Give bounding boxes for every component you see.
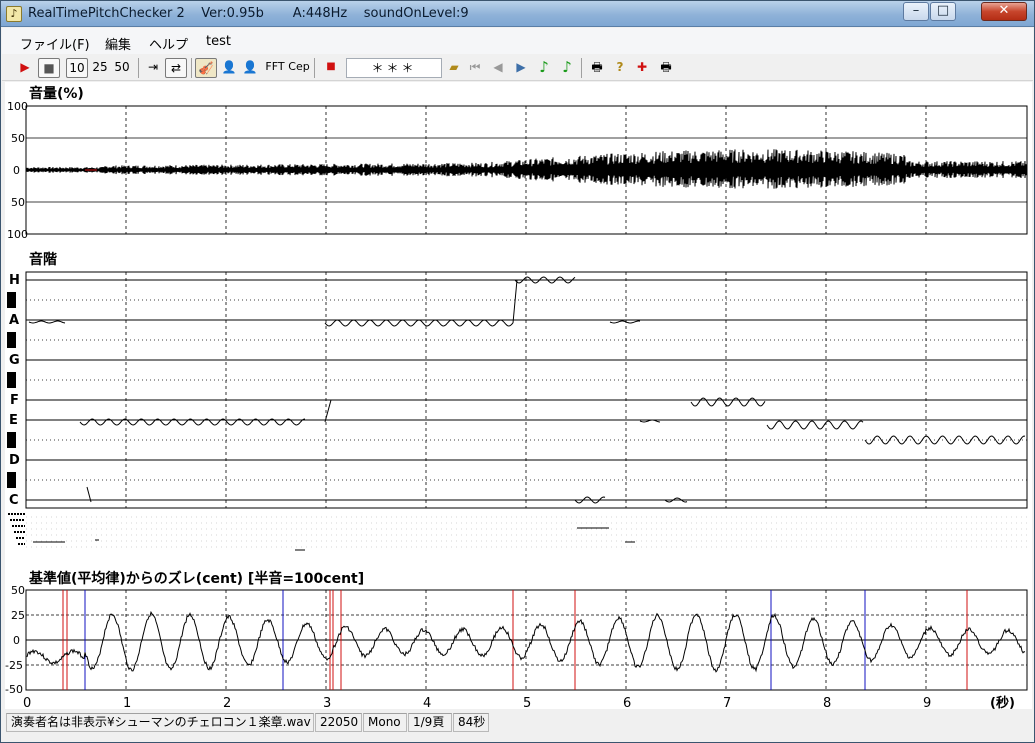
note-label-f: F xyxy=(10,393,19,408)
x-label-8: 8 xyxy=(823,696,831,709)
note-label-a: A xyxy=(9,313,19,328)
record-icon[interactable]: ■ xyxy=(322,58,340,78)
x-label-3: 3 xyxy=(323,696,331,709)
dev-ylabel-minus50: -50 xyxy=(5,683,23,696)
deviation-title: 基準値(平均律)からのズレ(cent) [半音=100cent] xyxy=(29,570,364,587)
violin-icon[interactable]: 🎻 xyxy=(195,58,217,78)
status-field: ＊＊＊ xyxy=(346,58,442,78)
close-button[interactable]: ✕ xyxy=(981,2,1027,21)
x-label-2: 2 xyxy=(223,696,231,709)
x-label-0: 0 xyxy=(23,696,31,709)
print-preview-icon[interactable]: 🖶 xyxy=(656,58,676,78)
jump-icon[interactable]: ⇥ xyxy=(143,58,163,78)
plot-svg: 音量(%) 音階 基準値(平均律)からのズレ(cent) [半音=100cent… xyxy=(5,85,1028,709)
scale-10-button[interactable]: 10 xyxy=(66,58,88,78)
menu-file[interactable]: ファイル(F) xyxy=(20,34,90,53)
toolbar: ▶ ■ 10 25 50 ⇥ ⇄ 🎻 👤 👤 FFT Cep ■ ＊＊＊ ▰ ⏮… xyxy=(2,55,1033,81)
volume-title: 音量(%) xyxy=(29,85,84,102)
black-key xyxy=(7,472,16,488)
dev-ylabel-25: 25 xyxy=(11,609,25,622)
status-bar: 演奏者名は非表示¥シューマンのチェロコン１楽章.wav 22050 Mono 1… xyxy=(2,711,1033,733)
note-icon[interactable]: ♪ xyxy=(536,58,552,78)
scale-25-button[interactable]: 25 xyxy=(90,58,110,78)
prev-page-icon[interactable]: ◀ xyxy=(489,58,507,78)
person-icon[interactable]: 👤 xyxy=(220,58,238,78)
x-label-4: 4 xyxy=(423,696,431,709)
dev-ylabel-0: 0 xyxy=(13,634,20,647)
volume-ylabel-0: 0 xyxy=(13,164,20,177)
scale-title: 音階 xyxy=(29,251,57,268)
note-label-h: H xyxy=(9,273,20,288)
analysis-canvas[interactable]: 音量(%) 音階 基準値(平均律)からのズレ(cent) [半音=100cent… xyxy=(5,82,1032,709)
play-icon[interactable]: ▶ xyxy=(16,58,34,78)
volume-ylabel-100: 100 xyxy=(7,100,28,113)
note-label-g: G xyxy=(9,353,20,368)
x-label-7: 7 xyxy=(723,696,731,709)
x-label-5: 5 xyxy=(523,696,531,709)
first-page-icon[interactable]: ⏮ xyxy=(466,58,484,78)
black-key xyxy=(7,292,16,308)
x-label-6: 6 xyxy=(623,696,631,709)
marker-icon[interactable]: ✚ xyxy=(632,58,652,78)
menu-help[interactable]: ヘルプ xyxy=(149,34,188,53)
x-unit-label: (秒) xyxy=(990,695,1015,709)
scale-50-button[interactable]: 50 xyxy=(112,58,132,78)
dev-ylabel-minus25: -25 xyxy=(5,659,23,672)
volume-ylabel-100-low: 100 xyxy=(7,228,28,241)
status-sample-rate: 22050 xyxy=(315,713,362,732)
black-key xyxy=(7,372,16,388)
app-icon: ♪ xyxy=(6,6,22,22)
x-label-9: 9 xyxy=(923,696,931,709)
status-channels: Mono xyxy=(363,713,407,732)
status-page: 1/9頁 xyxy=(408,713,452,732)
note-label-c: C xyxy=(9,493,19,508)
dev-ylabel-50: 50 xyxy=(11,584,25,597)
next-page-icon[interactable]: ▶ xyxy=(512,58,530,78)
cep-button[interactable]: Cep xyxy=(288,58,310,78)
menu-edit[interactable]: 編集 xyxy=(105,34,131,53)
toolbar-separator xyxy=(581,58,582,78)
black-key xyxy=(7,432,16,448)
fft-button[interactable]: FFT xyxy=(264,58,286,78)
stop-icon[interactable]: ■ xyxy=(38,58,60,78)
time-axis-labels: 0 1 2 3 4 5 6 7 8 9 (秒) xyxy=(23,695,1015,709)
lower-octave-strip xyxy=(8,513,1027,551)
note-label-e: E xyxy=(9,413,18,428)
toolbar-separator xyxy=(191,58,192,78)
window-title: RealTimePitchChecker 2 Ver:0.95b A:448Hz… xyxy=(28,6,469,21)
title-bar[interactable]: ♪ RealTimePitchChecker 2 Ver:0.95b A:448… xyxy=(1,1,1034,27)
person-red-icon[interactable]: 👤 xyxy=(241,58,259,78)
menu-bar: ファイル(F) 編集 ヘルプ test xyxy=(2,28,1033,54)
note-label-d: D xyxy=(9,453,20,468)
x-label-1: 1 xyxy=(123,696,131,709)
minimize-button[interactable]: – xyxy=(903,2,929,21)
toolbar-separator xyxy=(314,58,315,78)
app-window: ♪ RealTimePitchChecker 2 Ver:0.95b A:448… xyxy=(0,0,1035,743)
printer-icon[interactable]: 🖶 xyxy=(587,58,607,78)
scale-plot-frame xyxy=(25,271,1028,509)
menu-test[interactable]: test xyxy=(206,34,231,49)
toolbar-separator xyxy=(138,58,139,78)
help-icon[interactable]: ? xyxy=(610,58,630,78)
black-key xyxy=(7,332,16,348)
volume-ylabel-50-low: 50 xyxy=(11,196,25,209)
status-file-name: 演奏者名は非表示¥シューマンのチェロコン１楽章.wav xyxy=(6,713,314,732)
maximize-button[interactable]: □ xyxy=(930,2,956,21)
status-duration: 84秒 xyxy=(453,713,489,732)
loop-icon[interactable]: ⇄ xyxy=(165,58,187,78)
folder-open-icon[interactable]: ▰ xyxy=(444,58,464,78)
note-alt-icon[interactable]: ♪ xyxy=(559,58,575,78)
volume-ylabel-50: 50 xyxy=(11,132,25,145)
